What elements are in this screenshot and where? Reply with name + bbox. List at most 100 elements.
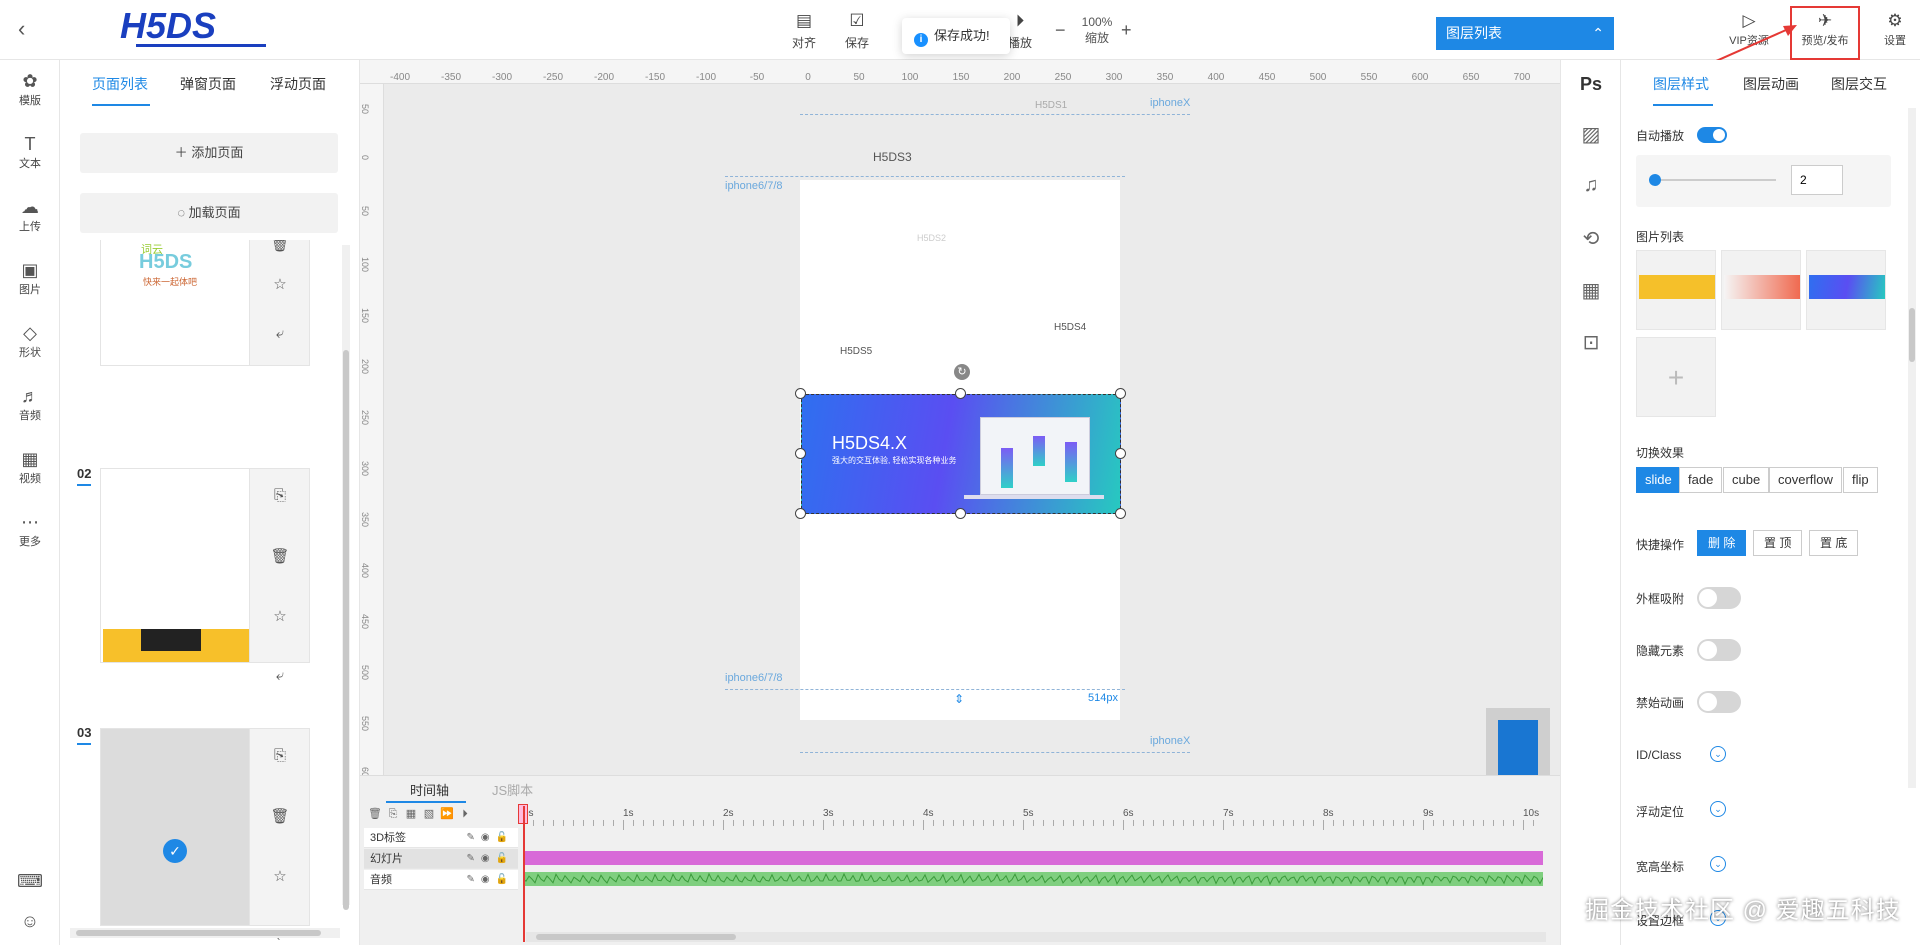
interval-input[interactable] [1791, 165, 1843, 195]
resize-handle[interactable] [795, 448, 806, 459]
nav-template[interactable]: ✿ 模版 [0, 70, 60, 108]
nav-text[interactable]: T 文本 [0, 133, 60, 171]
tab-timeline[interactable]: 时间轴 [410, 780, 449, 799]
resize-handle[interactable] [955, 388, 966, 399]
resize-handle[interactable] [1115, 388, 1126, 399]
tab-floating-page[interactable]: 浮动页面 [270, 74, 326, 94]
nav-audio[interactable]: ♬ 音频 [0, 385, 60, 423]
tab-js-script[interactable]: JS脚本 [492, 780, 533, 799]
page-card-3[interactable]: ✓ ⎘ 🗑 ☆ ⤶ [100, 728, 310, 940]
image-thumb-3[interactable] [1806, 250, 1886, 330]
play-icon[interactable]: ⏵ [456, 808, 474, 821]
effect-flip[interactable]: flip [1843, 467, 1878, 493]
autoplay-toggle[interactable] [1697, 127, 1727, 143]
tab-layer-style[interactable]: 图层样式 [1653, 74, 1709, 94]
ungroup-icon[interactable]: ▧ [420, 807, 438, 820]
text-h5ds2[interactable]: H5DS2 [917, 233, 946, 243]
group-icon[interactable]: ▦ [402, 807, 420, 820]
snap-toggle[interactable] [1697, 587, 1741, 609]
save-button[interactable]: ☑ 保存 [835, 10, 879, 51]
rotate-handle-icon[interactable]: ↻ [954, 364, 970, 380]
reorder-icon[interactable]: ⤶ [250, 325, 310, 342]
texture-icon[interactable]: ▨ [1561, 122, 1621, 147]
text-h5ds3[interactable]: H5DS3 [873, 150, 912, 164]
nav-more[interactable]: ⋯ 更多 [0, 511, 60, 549]
interval-slider-thumb[interactable] [1649, 174, 1661, 186]
editor-canvas[interactable]: -400 -350 -300 -250 -200 -150 -100 -50 0 50 100 150… [360, 60, 1560, 775]
delete-page-icon[interactable]: 🗑 [250, 240, 310, 253]
timeline-tracks[interactable]: 0s 1s 2s 3s 4s 5s 6s 7s 8s 9s 10s [522, 806, 1553, 945]
history-icon[interactable]: ⟲ [1561, 226, 1621, 251]
text-h5ds4[interactable]: H5DS4 [1054, 322, 1086, 333]
interval-slider-track[interactable] [1656, 179, 1776, 181]
add-page-button[interactable]: ＋ 添加页面 [80, 133, 338, 173]
image-thumb-2[interactable] [1721, 250, 1801, 330]
grid-icon[interactable]: ▦ [1561, 278, 1621, 303]
align-button[interactable]: ▤ 对齐 [782, 10, 826, 51]
page-list-hscrollbar[interactable] [70, 928, 340, 938]
text-h5ds1[interactable]: H5DS1 [1035, 100, 1067, 111]
tab-layer-animation[interactable]: 图层动画 [1743, 74, 1799, 94]
chevron-down-icon[interactable]: ⌄ [1710, 746, 1726, 762]
resize-handle[interactable] [955, 508, 966, 519]
chevron-down-icon[interactable]: ⌄ [1710, 801, 1726, 817]
track-audio-bar[interactable] [522, 872, 1544, 886]
delete-page-icon[interactable]: 🗑 [250, 807, 310, 825]
ps-icon[interactable]: Ps [1561, 74, 1621, 95]
track-slide-bar[interactable] [523, 851, 1543, 865]
tab-page-list[interactable]: 页面列表 [92, 74, 148, 94]
step-icon[interactable]: ⏩ [438, 807, 456, 820]
effect-coverflow[interactable]: coverflow [1769, 467, 1842, 493]
resize-handle[interactable] [1115, 448, 1126, 459]
hide-toggle[interactable] [1697, 639, 1741, 661]
tab-popup-page[interactable]: 弹窗页面 [180, 74, 236, 94]
copy-page-icon[interactable]: ⎘ [250, 747, 310, 764]
page-list-scrollbar[interactable] [342, 245, 350, 910]
nav-shape[interactable]: ◇ 形状 [0, 322, 60, 360]
image-thumb-1[interactable] [1636, 250, 1716, 330]
timeline-layer-row[interactable]: 音频 ✎◉🔓 [364, 870, 518, 890]
row-actions[interactable]: ✎◉🔓 [466, 870, 514, 890]
star-icon[interactable]: ☆ [250, 867, 310, 885]
nav-video[interactable]: ▦ 视频 [0, 448, 60, 486]
timeline-layer-row[interactable]: 幻灯片 ✎◉🔓 [364, 849, 518, 869]
nav-upload[interactable]: ☁ 上传 [0, 196, 60, 234]
text-h5ds5[interactable]: H5DS5 [840, 346, 872, 357]
page-card-1[interactable]: 词云 H5DS 快来一起体吧 🗑 ☆ ⤶ [100, 240, 310, 366]
copy-page-icon[interactable]: ⎘ [250, 487, 310, 504]
copy-icon[interactable]: ⎘ [384, 808, 402, 821]
settings-button[interactable]: ⚙ 设置 [1880, 10, 1910, 48]
row-actions[interactable]: ✎◉🔓 [466, 828, 514, 848]
stage-resize-icon[interactable]: ⇕ [954, 692, 964, 706]
delete-layer-button[interactable]: 删 除 [1697, 530, 1747, 556]
effect-slide[interactable]: slide [1636, 467, 1681, 493]
bring-to-top-button[interactable]: 置 顶 [1753, 530, 1803, 556]
property-panel-scrollbar[interactable] [1908, 108, 1916, 788]
zoom-out-button[interactable]: − [1055, 20, 1066, 41]
zoom-in-button[interactable]: + [1121, 20, 1132, 41]
tab-layer-interaction[interactable]: 图层交互 [1831, 74, 1887, 94]
resize-handle[interactable] [1115, 508, 1126, 519]
effect-cube[interactable]: cube [1723, 467, 1770, 493]
page-card-2[interactable]: ⎘ 🗑 ☆ ⤶ [100, 468, 310, 684]
star-icon[interactable]: ☆ [250, 607, 310, 625]
selected-slider-banner[interactable]: H5DS4.X 强大的交互体验, 轻松实现各种业务 [801, 394, 1121, 514]
back-icon[interactable]: ‹ [18, 18, 42, 42]
row-actions[interactable]: ✎◉🔓 [466, 849, 514, 869]
chevron-down-icon[interactable]: ⌄ [1710, 856, 1726, 872]
resize-handle[interactable] [795, 508, 806, 519]
crop-icon[interactable]: ⊡ [1561, 330, 1621, 355]
resize-handle[interactable] [795, 388, 806, 399]
effect-fade[interactable]: fade [1679, 467, 1723, 493]
timeline-scrollbar[interactable] [526, 932, 1546, 942]
delete-icon[interactable]: 🗑 [366, 807, 384, 820]
timeline-layer-row[interactable]: 3D标签 ✎◉🔓 [364, 828, 518, 848]
music-icon[interactable]: ♫ [1561, 174, 1621, 197]
load-page-button[interactable]: ◌ 加载页面 [80, 193, 338, 233]
add-image-button[interactable]: + [1636, 337, 1716, 417]
disable-anim-toggle[interactable] [1697, 691, 1741, 713]
delete-page-icon[interactable]: 🗑 [250, 547, 310, 565]
keyboard-button[interactable]: ⌨ [0, 870, 60, 892]
nav-image[interactable]: ▣ 图片 [0, 259, 60, 297]
star-icon[interactable]: ☆ [250, 275, 310, 293]
